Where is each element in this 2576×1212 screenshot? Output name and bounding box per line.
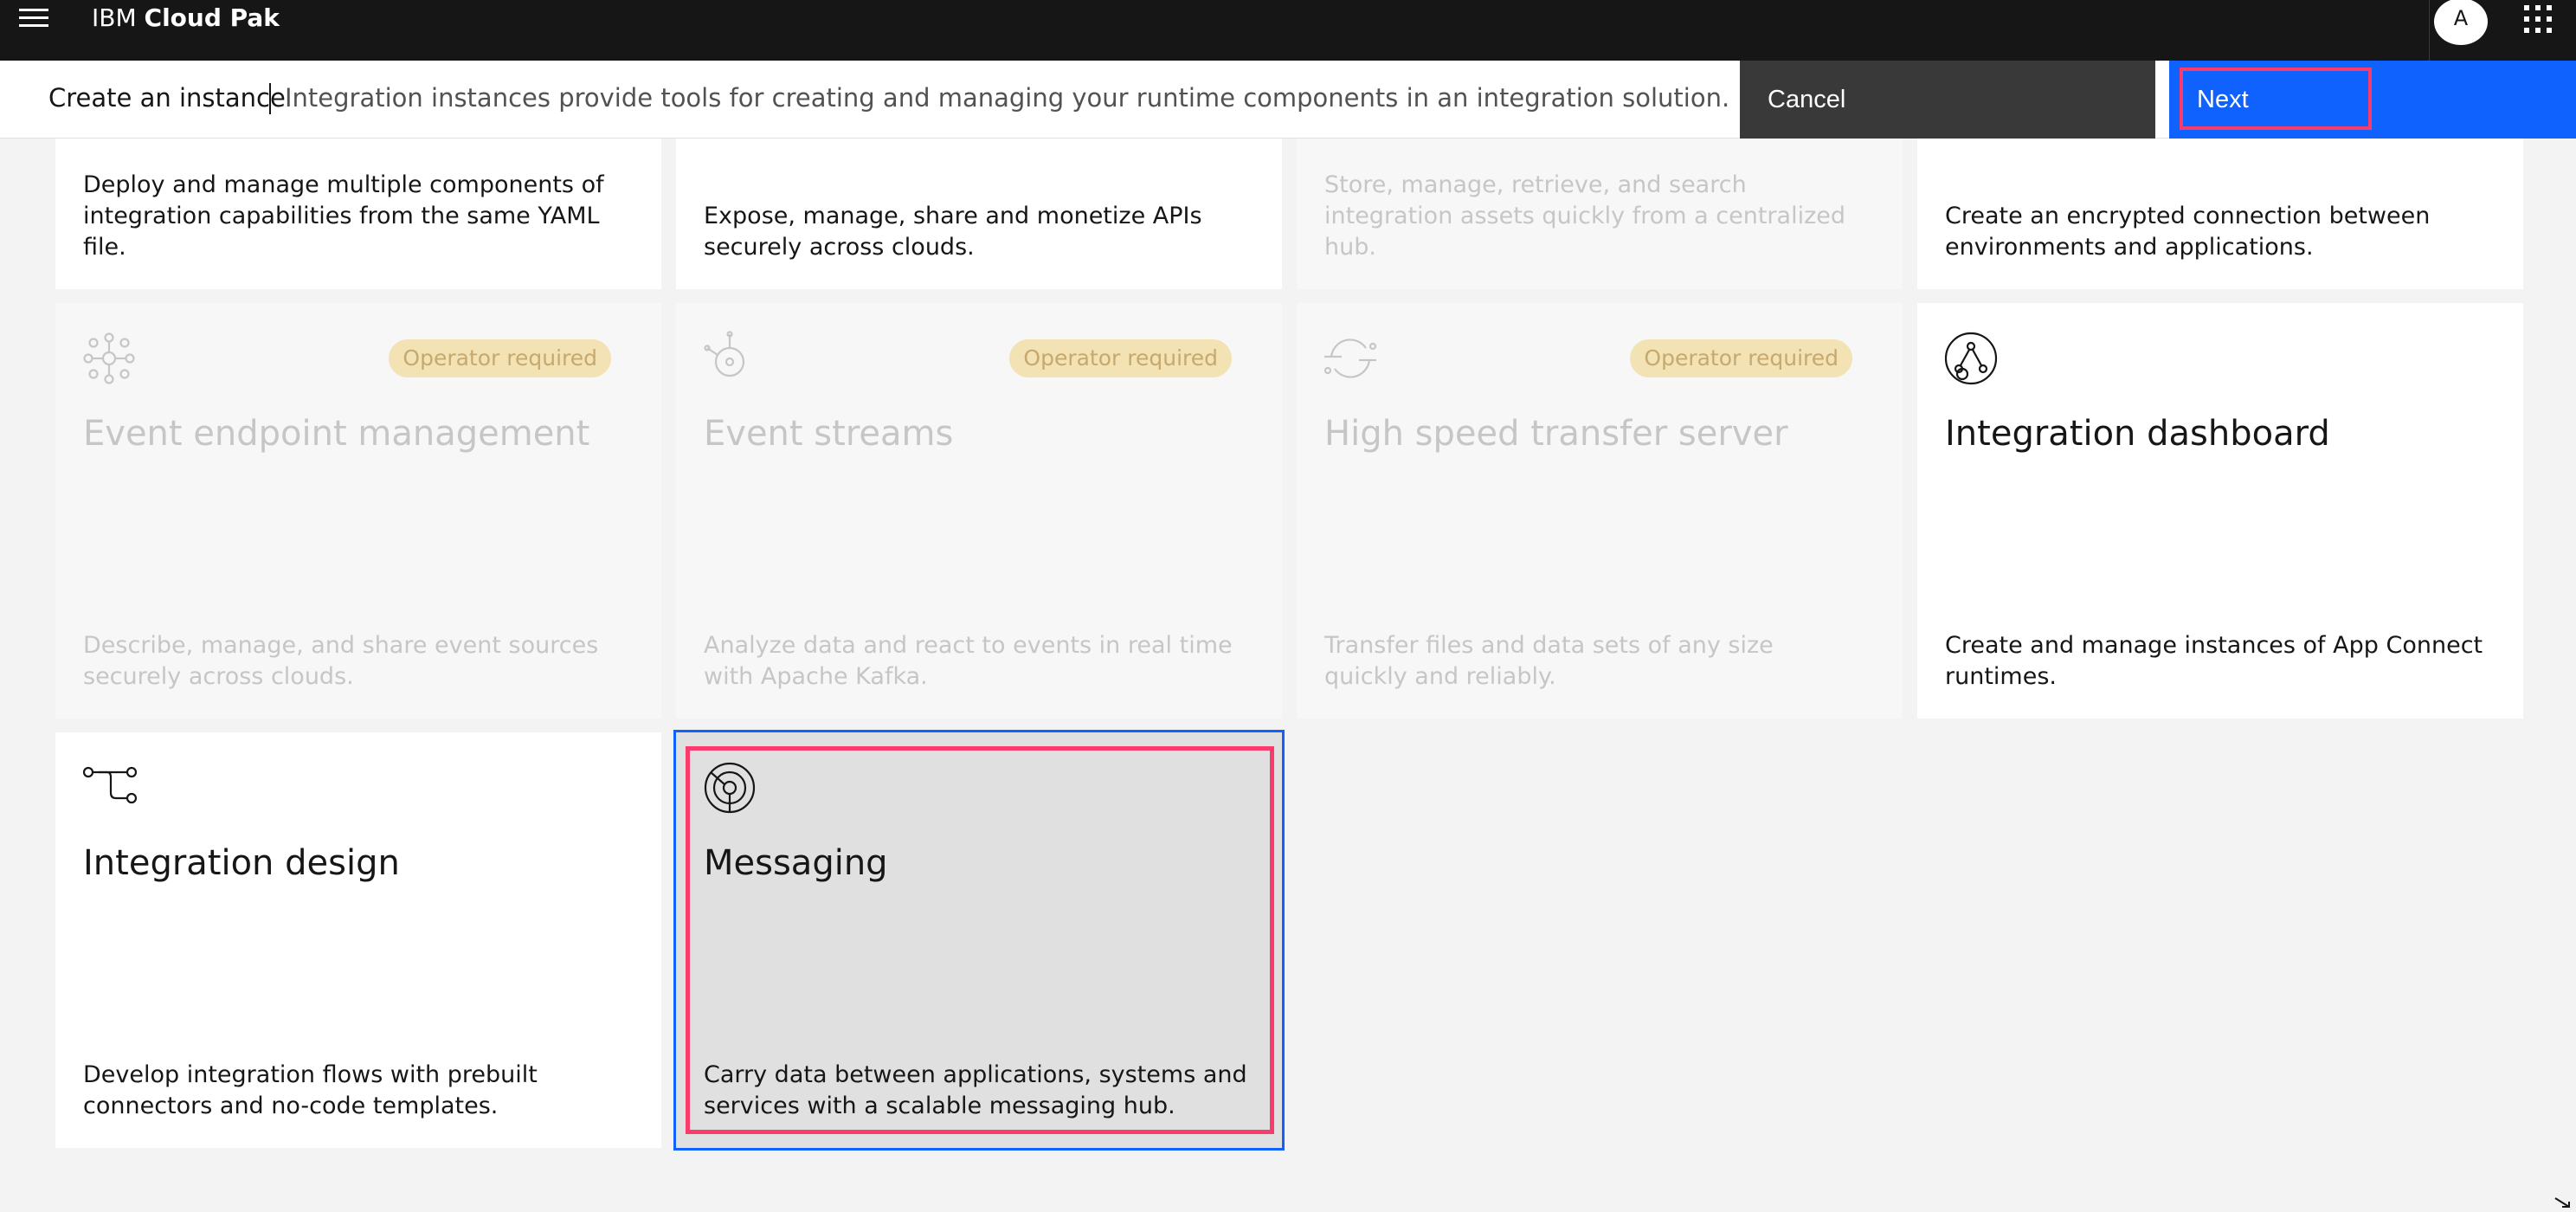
tile-integration-design[interactable]: Integration design Develop integration f… [55, 732, 661, 1148]
tile-title: Integration dashboard [1945, 414, 2330, 454]
tile-capability-4[interactable]: Create an encrypted connection between e… [1917, 139, 2523, 289]
operator-required-badge: Operator required [389, 339, 611, 377]
tile-description: Describe, manage, and share event source… [83, 632, 599, 690]
tile-capability-1[interactable]: Deploy and manage multiple components of… [55, 139, 661, 289]
tile-event-endpoint-management: Operator required Event endpoint managem… [55, 303, 661, 719]
hamburger-menu-icon[interactable] [19, 5, 50, 31]
dashboard-icon [1944, 332, 1998, 385]
tile-integration-dashboard[interactable]: Integration dashboard Create and manage … [1917, 303, 2523, 719]
brand-product: Cloud Pak [144, 3, 280, 32]
tile-description: Expose, manage, share and monetize APIs … [704, 203, 1202, 261]
page-title: Create an instance [48, 83, 286, 113]
event-stream-icon [704, 331, 745, 377]
flow-design-icon [82, 766, 137, 804]
brand-name[interactable]: IBM Cloud Pak [92, 2, 280, 35]
tile-messaging[interactable]: Messaging Carry data between application… [673, 730, 1285, 1151]
network-nodes-icon [83, 332, 135, 384]
tile-description: Store, manage, retrieve, and search inte… [1324, 171, 1845, 261]
tile-description: Develop integration flows with prebuilt … [83, 1061, 538, 1119]
tile-title: Integration design [83, 843, 400, 883]
tile-title: Event streams [704, 414, 954, 454]
brand-prefix: IBM [92, 3, 145, 32]
tile-capability-2[interactable]: Expose, manage, share and monetize APIs … [676, 139, 1282, 289]
top-navigation-bar: IBM Cloud Pak A [0, 0, 2576, 61]
app-switcher-icon[interactable] [2524, 5, 2555, 33]
operator-required-badge: Operator required [1630, 339, 1852, 377]
tile-title: Event endpoint management [83, 414, 590, 454]
tile-description: Transfer files and data sets of any size… [1324, 632, 1774, 690]
tile-event-streams: Operator required Event streams Analyze … [676, 303, 1282, 719]
tile-description: Create and manage instances of App Conne… [1945, 632, 2483, 690]
tile-description: Analyze data and react to events in real… [704, 632, 1233, 690]
operator-required-badge: Operator required [1009, 339, 1232, 377]
tile-description: Carry data between applications, systems… [704, 1061, 1247, 1119]
tile-description: Create an encrypted connection between e… [1945, 203, 2431, 261]
transfer-icon [1323, 338, 1377, 378]
tile-capability-3: Store, manage, retrieve, and search inte… [1297, 139, 1903, 289]
avatar[interactable]: A [2434, 0, 2488, 45]
tile-high-speed-transfer-server: Operator required High speed transfer se… [1297, 303, 1903, 719]
resize-corner-icon [2554, 1197, 2570, 1208]
page-description: Integration instances provide tools for … [285, 83, 1730, 113]
tile-title: Messaging [704, 843, 888, 883]
tile-title: High speed transfer server [1324, 414, 1788, 454]
next-button[interactable]: Next [2169, 61, 2576, 139]
header-divider [269, 83, 271, 114]
cancel-button[interactable]: Cancel [1740, 61, 2155, 139]
messaging-icon [704, 762, 756, 814]
tile-description: Deploy and manage multiple components of… [83, 171, 604, 261]
